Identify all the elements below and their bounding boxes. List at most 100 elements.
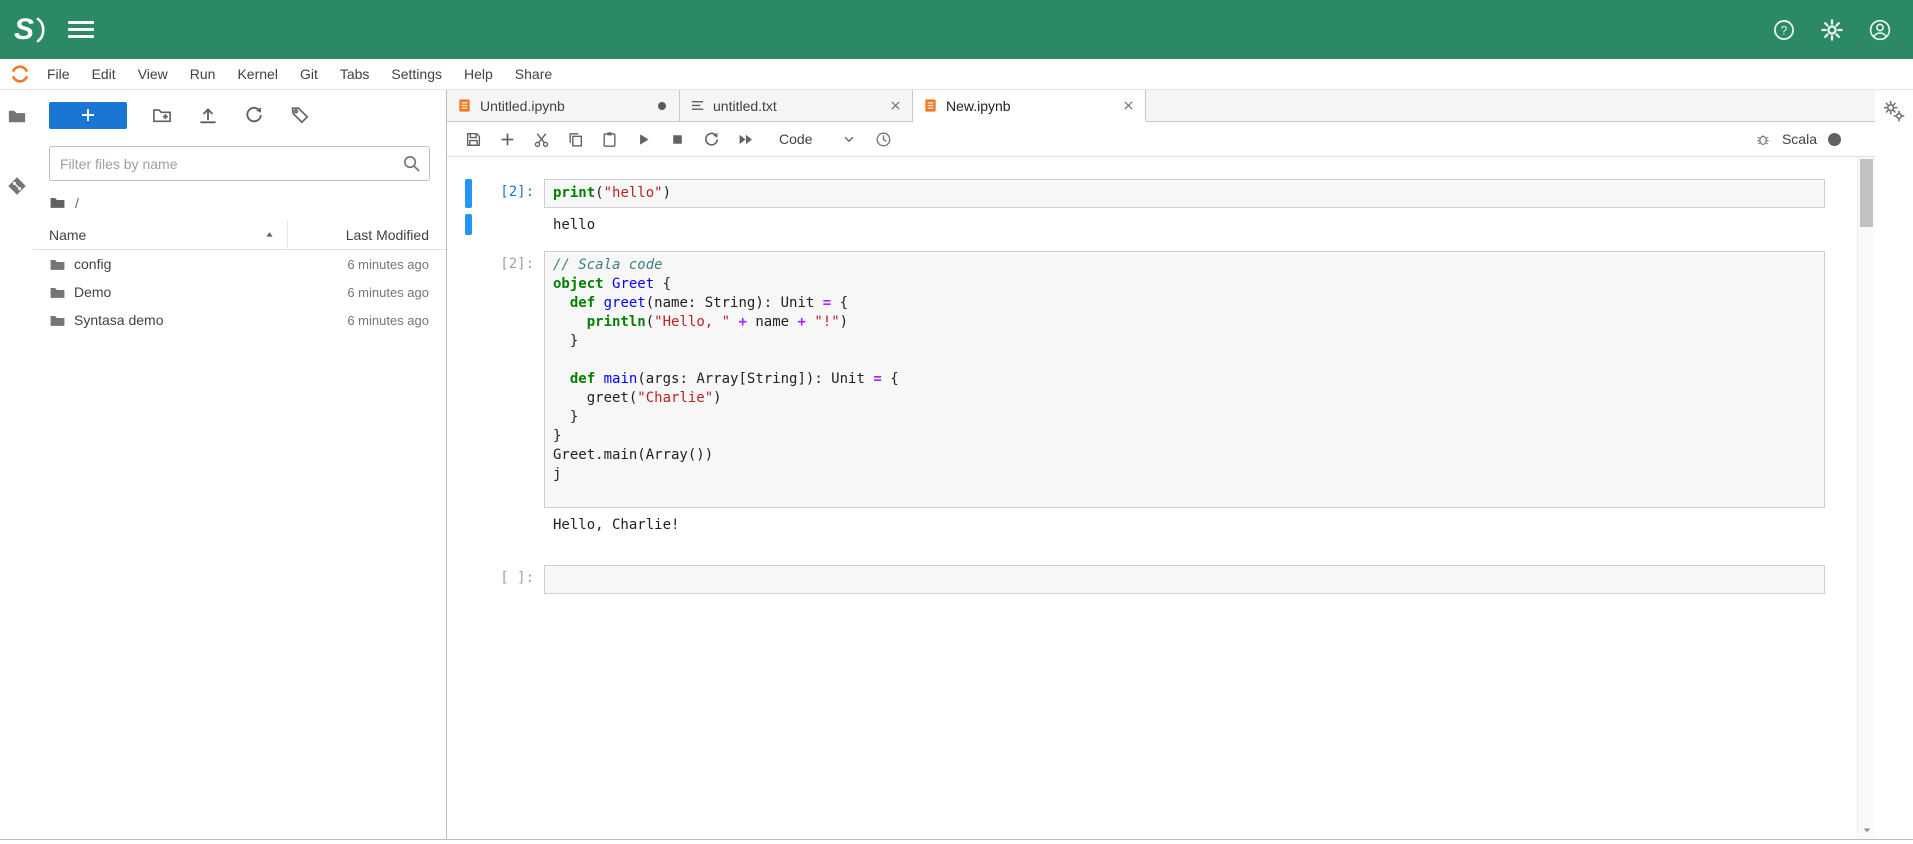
- right-activity-bar: [1875, 90, 1913, 839]
- file-browser-toolbar: [33, 99, 446, 131]
- cell-collapser[interactable]: [465, 565, 472, 594]
- restart-kernel-button[interactable]: [697, 125, 726, 153]
- cell-output: hello: [544, 214, 1851, 235]
- menu-settings[interactable]: Settings: [380, 59, 453, 89]
- interrupt-kernel-button[interactable]: [663, 125, 692, 153]
- close-icon[interactable]: [1119, 97, 1137, 115]
- help-icon[interactable]: ?: [1773, 19, 1795, 41]
- debugger-bug-icon[interactable]: [1755, 131, 1771, 147]
- tab-untitled-ipynb[interactable]: Untitled.ipynb: [447, 90, 680, 121]
- output-collapser[interactable]: [465, 214, 472, 235]
- output-prompt: [480, 514, 544, 535]
- file-row-syntasa-demo[interactable]: Syntasa demo 6 minutes ago: [33, 306, 446, 334]
- breadcrumb-root[interactable]: /: [75, 195, 79, 211]
- kernel-name[interactable]: Scala: [1782, 131, 1817, 147]
- menu-file[interactable]: File: [36, 59, 81, 89]
- input-prompt: [2]:: [480, 251, 544, 508]
- modified-indicator[interactable]: [658, 102, 666, 110]
- user-icon[interactable]: [1869, 19, 1891, 41]
- plus-icon: [80, 107, 96, 123]
- file-modified: 6 minutes ago: [288, 257, 446, 272]
- file-row-demo[interactable]: Demo 6 minutes ago: [33, 278, 446, 306]
- code-editor[interactable]: // Scala codeobject Greet { def greet(na…: [544, 251, 1825, 508]
- column-header-modified[interactable]: Last Modified: [288, 220, 446, 249]
- jupyter-logo-icon: [10, 64, 30, 84]
- file-modified: 6 minutes ago: [288, 313, 446, 328]
- svg-text:?: ?: [1781, 24, 1788, 37]
- file-name: Demo: [74, 284, 111, 300]
- code-editor[interactable]: print("hello"): [544, 179, 1825, 208]
- git-icon[interactable]: [5, 174, 29, 198]
- tab-new-ipynb[interactable]: New.ipynb: [913, 90, 1146, 122]
- menu-tabs[interactable]: Tabs: [329, 59, 381, 89]
- new-launcher-button[interactable]: [49, 102, 127, 129]
- folder-icon: [49, 284, 66, 301]
- file-list-header: Name Last Modified: [33, 220, 446, 250]
- output-collapser[interactable]: [465, 514, 472, 535]
- cut-cells-button[interactable]: [527, 125, 556, 153]
- insert-cell-button[interactable]: [493, 125, 522, 153]
- breadcrumb: /: [33, 181, 446, 220]
- new-folder-icon[interactable]: [151, 104, 173, 126]
- property-inspector-gears-icon[interactable]: [1882, 99, 1906, 123]
- menu-icon[interactable]: [68, 17, 94, 43]
- cell-input-row: [2]: // Scala codeobject Greet { def gre…: [465, 251, 1851, 508]
- column-header-name[interactable]: Name: [33, 220, 288, 249]
- tab-label: untitled.txt: [713, 98, 878, 114]
- home-folder-icon[interactable]: [49, 194, 66, 211]
- menu-kernel[interactable]: Kernel: [226, 59, 288, 89]
- chevron-down-icon: [842, 132, 856, 146]
- upload-icon[interactable]: [197, 104, 219, 126]
- menu-share[interactable]: Share: [504, 59, 563, 89]
- filter-box: [49, 146, 430, 181]
- notebook-icon: [923, 98, 938, 113]
- kernel-indicator: Scala: [1755, 131, 1865, 147]
- copy-cells-button[interactable]: [561, 125, 590, 153]
- menu-run[interactable]: Run: [179, 59, 227, 89]
- tab-bar: Untitled.ipynb untitled.txt New.ipynb: [447, 90, 1875, 122]
- status-bar: [0, 839, 1913, 844]
- vertical-scrollbar[interactable]: [1857, 157, 1875, 839]
- cell-type-dropdown[interactable]: Code: [779, 131, 856, 147]
- scrollbar-thumb[interactable]: [1860, 159, 1873, 227]
- cell-collapser[interactable]: [465, 251, 472, 508]
- paste-cells-button[interactable]: [595, 125, 624, 153]
- cell-collapser[interactable]: [465, 179, 472, 208]
- tab-untitled-txt[interactable]: untitled.txt: [680, 90, 913, 121]
- app-logo: S: [14, 13, 46, 47]
- input-prompt: [ ]:: [480, 565, 544, 594]
- notebook-icon: [457, 98, 472, 113]
- dock-area: / Name Last Modified config 6 minutes ag…: [0, 90, 1913, 839]
- code-editor[interactable]: [544, 565, 1825, 594]
- input-prompt: [2]:: [480, 179, 544, 208]
- file-row-config[interactable]: config 6 minutes ago: [33, 250, 446, 278]
- cell-output: Hello, Charlie!: [544, 514, 1851, 535]
- execution-time-icon[interactable]: [869, 125, 898, 153]
- menu-git[interactable]: Git: [289, 59, 329, 89]
- refresh-icon[interactable]: [243, 104, 265, 126]
- menu-view[interactable]: View: [127, 59, 179, 89]
- gear-icon[interactable]: [1821, 19, 1843, 41]
- cell-type-value: Code: [779, 131, 812, 147]
- output-prompt: [480, 214, 544, 235]
- menubar: File Edit View Run Kernel Git Tabs Setti…: [0, 59, 1913, 90]
- file-browser-icon[interactable]: [5, 104, 29, 128]
- run-all-cells-button[interactable]: [731, 125, 760, 153]
- menu-edit[interactable]: Edit: [81, 59, 127, 89]
- notebook-scroll-area: [2]: print("hello") hello [2]: // Scala …: [447, 157, 1857, 839]
- notebook-panel: [2]: print("hello") hello [2]: // Scala …: [447, 157, 1875, 839]
- scrollbar-down-icon[interactable]: [1858, 822, 1875, 838]
- filter-files-input[interactable]: [49, 146, 430, 181]
- search-icon: [402, 154, 421, 173]
- tab-label: New.ipynb: [946, 98, 1111, 114]
- folder-icon: [49, 312, 66, 329]
- kernel-status-icon[interactable]: [1828, 133, 1841, 146]
- menu-help[interactable]: Help: [453, 59, 504, 89]
- save-button[interactable]: [459, 125, 488, 153]
- file-name: Syntasa demo: [74, 312, 164, 328]
- close-icon[interactable]: [886, 97, 904, 115]
- run-cell-button[interactable]: [629, 125, 658, 153]
- main-dock-panel: Untitled.ipynb untitled.txt New.ipynb: [447, 90, 1875, 839]
- git-clone-icon[interactable]: [289, 104, 311, 126]
- column-modified-label: Last Modified: [346, 227, 429, 243]
